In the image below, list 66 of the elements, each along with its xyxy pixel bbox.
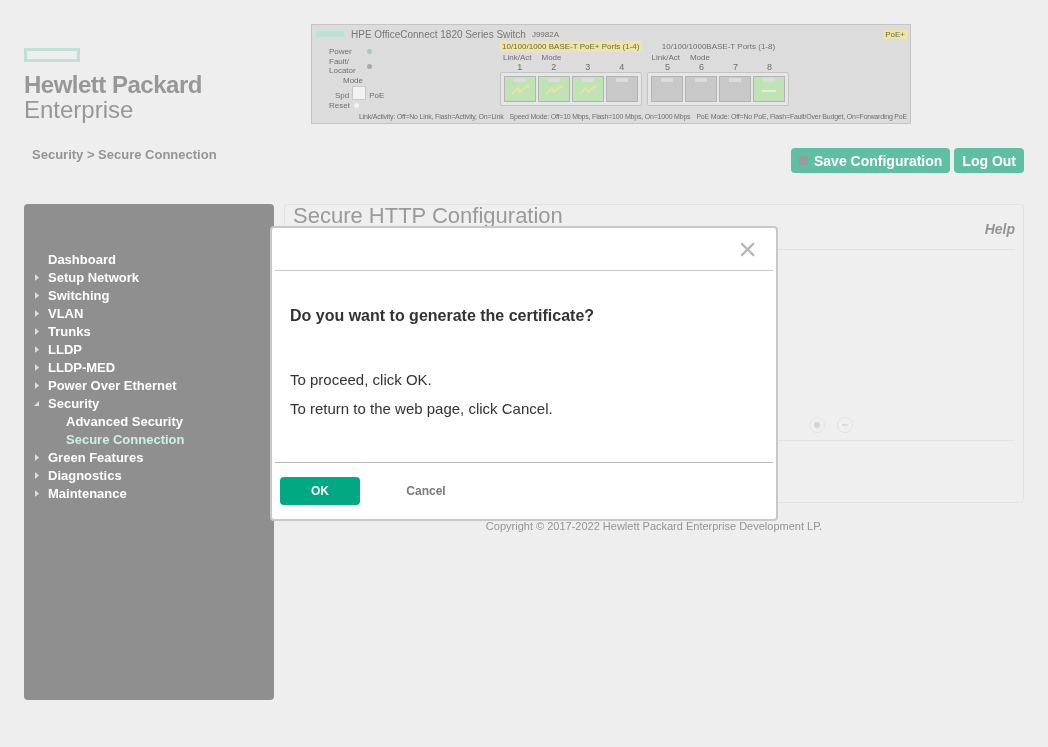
nav-item[interactable]: Green Features xyxy=(34,448,274,466)
caret-right-icon xyxy=(34,327,40,335)
mode-label: Mode xyxy=(342,76,364,85)
port-number: 7 xyxy=(731,62,739,72)
help-link[interactable]: Help xyxy=(984,221,1015,237)
nav-item[interactable]: Switching xyxy=(34,286,274,304)
nav-item[interactable]: Trunks xyxy=(34,322,274,340)
caret-right-icon xyxy=(34,309,40,317)
nav-subitem[interactable]: Advanced Security xyxy=(34,412,274,430)
nav-item[interactable]: Setup Network xyxy=(34,268,274,286)
dialog-question: Do you want to generate the certificate? xyxy=(290,307,596,325)
save-icon xyxy=(799,156,808,165)
port-number: 4 xyxy=(618,62,626,72)
port-number: 2 xyxy=(550,62,558,72)
mode-label: Mode xyxy=(689,53,710,62)
copyright-text: Copyright © 2017-2022 Hewlett Packard Enterprise Development LP. xyxy=(485,520,823,532)
caret-right-icon xyxy=(34,363,40,371)
led-label: Power xyxy=(329,47,353,56)
port-number: 1 xyxy=(516,62,524,72)
mode-option: Spd xyxy=(335,91,350,100)
save-configuration-button[interactable]: Save Configuration xyxy=(791,148,951,173)
caret-right-icon xyxy=(34,471,40,479)
log-out-button[interactable]: Log Out xyxy=(954,148,1024,173)
switch-title: HPE OfficeConnect 1820 Series Switch xyxy=(351,28,526,40)
mode-label: Mode xyxy=(541,53,562,62)
cancel-button[interactable]: Cancel xyxy=(386,477,466,505)
led-label: Fault/ Locator xyxy=(329,57,357,75)
nav-item[interactable]: LLDP-MED xyxy=(34,358,274,376)
link-label: Link/Act xyxy=(651,53,680,62)
poe-badge: PoE+ xyxy=(883,29,907,39)
port-group-label: 10/100/1000BASE-T Ports (1-8) xyxy=(660,41,777,52)
port-number: 6 xyxy=(697,62,705,72)
port-number: 3 xyxy=(584,62,592,72)
model-number: J9982A xyxy=(531,29,560,39)
nav-item[interactable]: LLDP xyxy=(34,340,274,358)
ok-button[interactable]: OK xyxy=(280,477,360,505)
caret-down-icon xyxy=(34,399,40,407)
logo-mark xyxy=(24,48,80,62)
nav-item[interactable]: Diagnostics xyxy=(34,466,274,484)
brand-name: Hewlett Packard xyxy=(24,72,203,98)
port-number: 8 xyxy=(765,62,773,72)
caret-right-icon xyxy=(34,381,40,389)
nav-item[interactable]: Dashboard xyxy=(34,250,274,268)
nav-item[interactable]: VLAN xyxy=(34,304,274,322)
caret-right-icon xyxy=(34,345,40,353)
port-number: 5 xyxy=(663,62,671,72)
breadcrumb: Security > Secure Connection xyxy=(32,147,217,162)
nav-item[interactable]: Maintenance xyxy=(34,484,274,502)
link-label: Link/Act xyxy=(503,53,532,62)
caret-right-icon xyxy=(34,291,40,299)
caret-right-icon xyxy=(34,453,40,461)
mode-button[interactable] xyxy=(352,86,367,100)
brand-name: Enterprise xyxy=(24,98,135,122)
mode-option: PoE xyxy=(369,91,385,100)
caret-right-icon xyxy=(34,489,40,497)
nav-subitem[interactable]: Secure Connection xyxy=(34,430,274,448)
dialog-text: To proceed, click OK. xyxy=(290,371,433,388)
nav-item[interactable]: Power Over Ethernet xyxy=(34,376,274,394)
port-group-label: 10/100/1000 BASE-T PoE+ Ports (1-4) xyxy=(499,41,643,52)
nav-item[interactable]: Security xyxy=(34,394,274,412)
logo-mark xyxy=(315,30,345,38)
caret-right-icon xyxy=(34,273,40,281)
dialog-text: To return to the web page, click Cancel. xyxy=(290,400,554,417)
close-button[interactable]: × xyxy=(738,233,757,265)
reset-label: Reset xyxy=(329,101,350,110)
panel-title: Secure HTTP Configuration xyxy=(293,205,563,227)
